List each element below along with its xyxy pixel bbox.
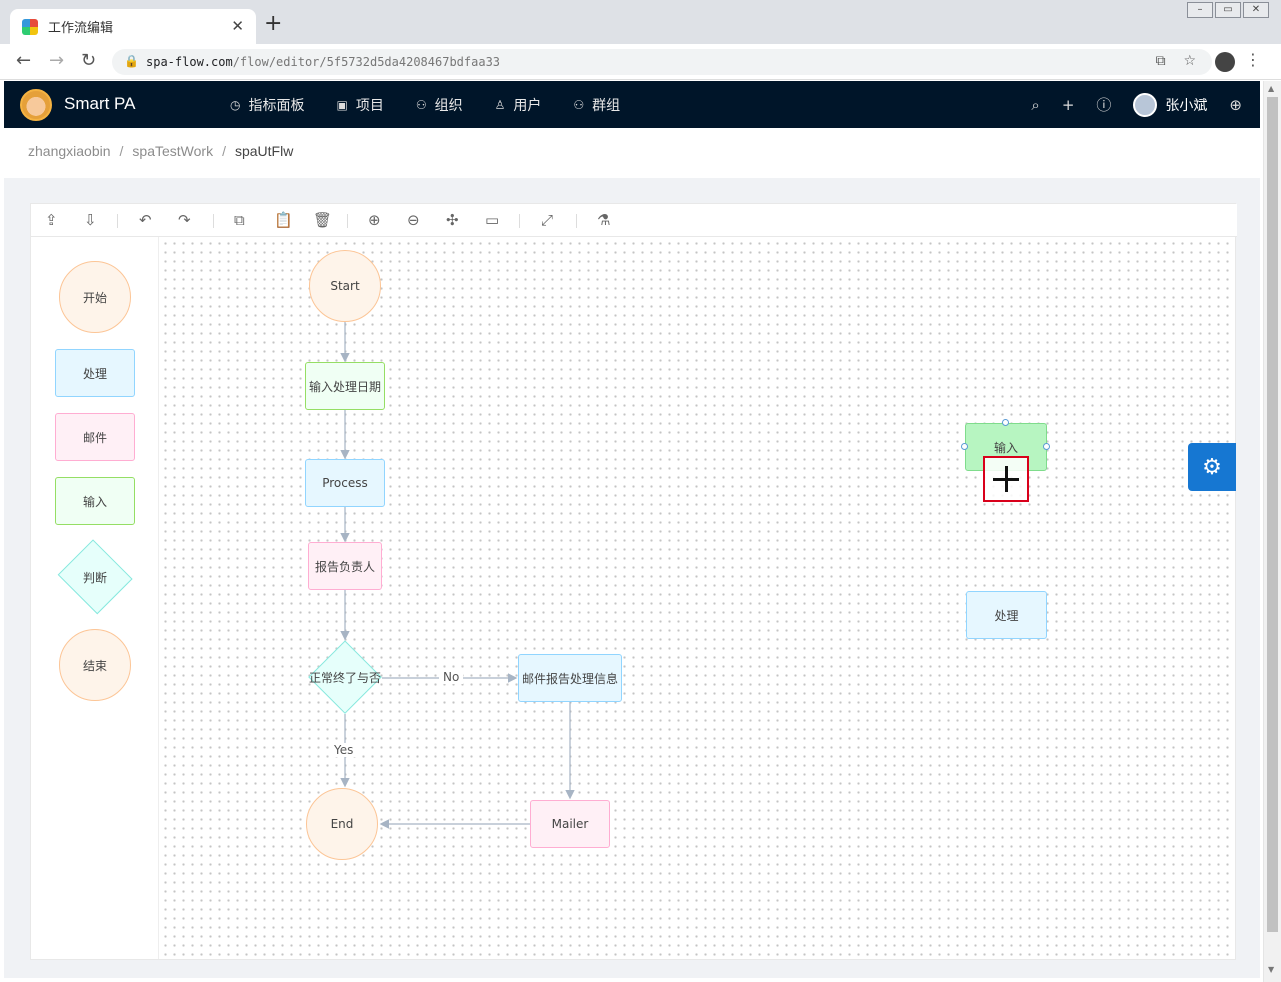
palette-process[interactable]: 处理 [55, 349, 135, 397]
user-name[interactable]: 张小斌 [1165, 95, 1207, 115]
header-actions: ⌕ + ⓘ 张小斌 ⊕ [1009, 81, 1242, 128]
breadcrumb-item-flow: spaUtFlw [234, 143, 294, 159]
app-header: Smart PA ◷ 指标面板 ▣ 项目 ⚇ 组织 ♙ 用户 ⚇ 群组 ⌕ + … [4, 81, 1260, 128]
url-bar[interactable]: 🔒 spa-flow.com/flow/editor/5f5732d5da420… [112, 49, 1212, 75]
menu-item-user[interactable]: ♙ 用户 [495, 95, 542, 115]
flow-node-start[interactable]: Start [309, 250, 381, 322]
help-icon[interactable]: ⓘ [1096, 94, 1111, 115]
minimize-icon[interactable]: – [1187, 2, 1213, 18]
forward-icon[interactable]: → [49, 50, 64, 71]
flow-node-report-owner[interactable]: 报告负责人 [308, 542, 382, 590]
flow-node-input-date[interactable]: 输入处理日期 [305, 362, 385, 410]
back-icon[interactable]: ← [16, 50, 31, 71]
undo-icon[interactable]: ↶ [139, 211, 152, 229]
close-window-icon[interactable]: ✕ [1243, 2, 1269, 18]
browser-tabbar: 工作流编辑 ✕ + – ▭ ✕ [0, 0, 1281, 44]
flow-node-mail-info[interactable]: 邮件报告处理信息 [518, 654, 622, 702]
breadcrumb-item-work[interactable]: spaTestWork [132, 143, 213, 159]
paste-icon[interactable]: 📋 [274, 211, 293, 229]
page-scrollbar[interactable]: ▲ ▼ [1263, 81, 1281, 982]
avatar[interactable] [1133, 92, 1158, 117]
menu-item-group[interactable]: ⚇ 群组 [573, 95, 620, 115]
edge-label-no: No [439, 670, 464, 684]
brand-name[interactable]: Smart PA [64, 94, 135, 114]
dashboard-icon: ◷ [230, 97, 241, 112]
tab-title: 工作流编辑 [48, 21, 114, 36]
profile-icon[interactable] [1215, 52, 1235, 72]
anchor-handle-right[interactable] [1043, 443, 1050, 450]
upload-icon[interactable]: ⇪ [45, 211, 58, 229]
edge-label-yes: Yes [330, 743, 358, 757]
org-icon: ⚇ [415, 97, 427, 112]
browser-addressbar: ← → ↻ 🔒 spa-flow.com/flow/editor/5f5732d… [0, 44, 1281, 80]
search-icon[interactable]: ⌕ [1031, 96, 1039, 114]
breadcrumb: zhangxiaobin / spaTestWork / spaUtFlw [28, 143, 294, 159]
test-run-icon[interactable]: ⚗ [597, 211, 610, 229]
group-icon: ⚇ [573, 97, 585, 112]
palette-start[interactable]: 开始 [59, 261, 131, 333]
window-controls: – ▭ ✕ [1185, 2, 1269, 18]
add-icon[interactable]: + [1062, 96, 1075, 114]
bookmark-star-icon[interactable]: ☆ [1183, 53, 1196, 69]
palette-input[interactable]: 输入 [55, 477, 135, 525]
download-icon[interactable]: ⇩ [84, 211, 97, 229]
user-icon: ♙ [494, 97, 506, 112]
flow-node-mailer[interactable]: Mailer [530, 800, 610, 848]
delete-icon[interactable]: 🗑 [313, 211, 332, 229]
anchor-handle-left[interactable] [961, 443, 968, 450]
redo-icon[interactable]: ↷ [178, 211, 191, 229]
language-icon[interactable]: ⊕ [1229, 96, 1242, 114]
settings-button[interactable]: ⚙ [1188, 443, 1236, 491]
menu-item-project[interactable]: ▣ 项目 [336, 95, 383, 115]
fit-view-icon[interactable]: ✣ [446, 211, 459, 229]
project-icon: ▣ [336, 97, 348, 112]
zoom-out-icon[interactable]: ⊖ [407, 211, 420, 229]
flow-node-end[interactable]: End [306, 788, 378, 860]
menu-item-dashboard[interactable]: ◷ 指标面板 [230, 95, 304, 115]
new-tab-button[interactable]: + [264, 13, 282, 35]
zoom-in-icon[interactable]: ⊕ [368, 211, 381, 229]
fullscreen-icon[interactable]: ⤢ [541, 211, 553, 229]
main-menu: ◷ 指标面板 ▣ 项目 ⚇ 组织 ♙ 用户 ⚇ 群组 [230, 81, 652, 128]
lock-icon: 🔒 [124, 54, 139, 68]
node-palette: 开始 处理 邮件 输入 判断 结束 [31, 237, 159, 959]
breadcrumb-item-owner[interactable]: zhangxiaobin [28, 143, 111, 159]
maximize-icon[interactable]: ▭ [1215, 2, 1241, 18]
flow-editor: ⇪ ⇩ ↶ ↷ ⧉ 📋 🗑 ⊕ ⊖ ✣ ▭ ⤢ ⚗ 开始 处理 邮件 输入 判断… [30, 203, 1237, 960]
browser-tab[interactable]: 工作流编辑 ✕ [10, 9, 256, 44]
scrollbar-thumb[interactable] [1267, 97, 1278, 932]
flow-node-decision[interactable]: 正常终了与否 [308, 640, 382, 714]
flow-node-process[interactable]: Process [305, 459, 385, 507]
favicon-icon [22, 18, 38, 35]
url-path: /flow/editor/5f5732d5da4208467bdfaa33 [232, 55, 501, 69]
actual-size-icon[interactable]: ▭ [485, 211, 499, 229]
gear-icon: ⚙ [1202, 454, 1222, 480]
palette-end[interactable]: 结束 [59, 629, 131, 701]
editor-toolbar: ⇪ ⇩ ↶ ↷ ⧉ 📋 🗑 ⊕ ⊖ ✣ ▭ ⤢ ⚗ [31, 204, 1237, 237]
flow-node-process-dropped[interactable]: 处理 [966, 591, 1047, 639]
crosshair-cursor-highlight [983, 456, 1029, 502]
breadcrumb-bar: zhangxiaobin / spaTestWork / spaUtFlw [4, 128, 1260, 178]
browser-menu-icon[interactable]: ⋮ [1245, 50, 1261, 69]
copy-icon[interactable]: ⧉ [234, 211, 245, 229]
scroll-down-icon[interactable]: ▼ [1268, 965, 1274, 974]
menu-item-org[interactable]: ⚇ 组织 [416, 95, 463, 115]
anchor-handle-top[interactable] [1002, 419, 1009, 426]
palette-mail[interactable]: 邮件 [55, 413, 135, 461]
palette-decision[interactable]: 判断 [55, 539, 135, 615]
url-host: spa-flow.com [146, 55, 233, 69]
scroll-up-icon[interactable]: ▲ [1268, 84, 1274, 93]
reload-icon[interactable]: ↻ [81, 50, 96, 71]
logo-icon[interactable] [20, 89, 52, 121]
tab-close-icon[interactable]: ✕ [231, 17, 244, 35]
translate-icon[interactable]: ⧉ [1156, 53, 1166, 69]
